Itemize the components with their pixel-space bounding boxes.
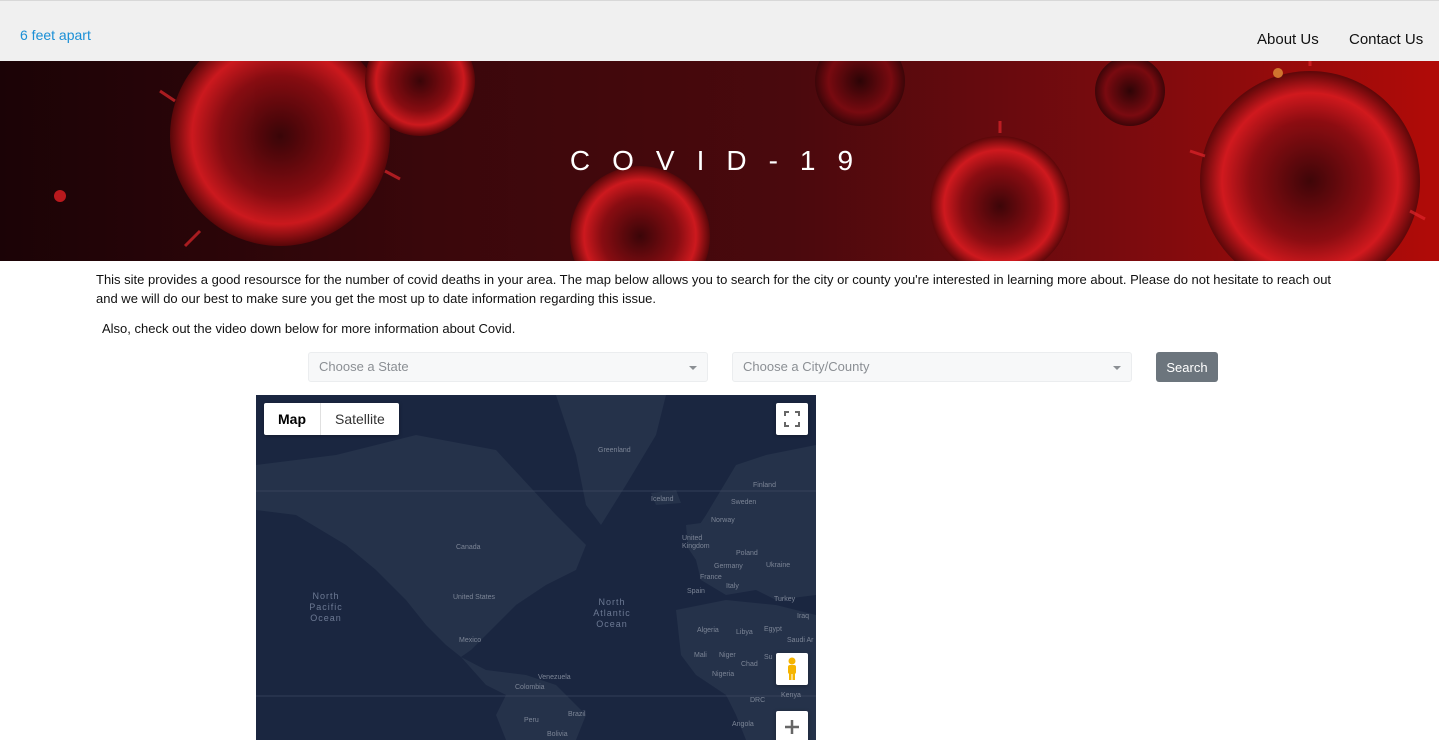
map-label: Bolivia — [547, 731, 568, 738]
map-label: Sweden — [731, 499, 757, 506]
map-type-satellite-button[interactable]: Satellite — [321, 403, 399, 435]
hero-title: COVID-19 — [569, 145, 876, 176]
navbar: 6 feet apart About Us Contact Us — [0, 0, 1439, 61]
street-view-pegman-button[interactable] — [776, 653, 808, 685]
map-label: Algeria — [697, 627, 719, 634]
nav-contact-us[interactable]: Contact Us — [1349, 31, 1423, 48]
video-note: Also, check out the video down below for… — [102, 321, 516, 336]
map-label: Kenya — [781, 692, 801, 699]
map-label: Mali — [694, 652, 707, 659]
city-county-select[interactable]: Choose a City/County — [732, 352, 1132, 382]
map-label: Turkey — [774, 596, 796, 603]
fullscreen-button[interactable] — [776, 403, 808, 435]
map-label: Venezuela — [538, 674, 571, 681]
map-label: Niger — [719, 652, 736, 659]
search-button[interactable]: Search — [1156, 352, 1218, 382]
ocean-label: North Pacific Ocean — [309, 591, 343, 623]
map-label: Peru — [524, 717, 539, 724]
ocean-label: North Atlantic Ocean — [593, 597, 631, 629]
map-label: Brazil — [568, 711, 586, 718]
plus-icon — [785, 720, 799, 734]
map-label: Libya — [736, 629, 753, 636]
nav-about-us[interactable]: About Us — [1257, 31, 1319, 48]
city-select-placeholder: Choose a City/County — [743, 359, 870, 374]
map-label: Iceland — [651, 496, 674, 503]
map-label: Colombia — [515, 684, 545, 691]
map-label: United States — [453, 594, 496, 601]
map-label: Saudi Ar — [787, 637, 814, 644]
map-label: Angola — [732, 721, 754, 728]
map-label: France — [700, 574, 722, 581]
map-label: Ukraine — [766, 562, 791, 569]
map-label: Spain — [687, 588, 705, 595]
map-label: Iraq — [797, 613, 810, 620]
map-label: Su — [764, 654, 773, 661]
map-label: Italy — [726, 583, 739, 590]
fullscreen-icon — [784, 411, 800, 427]
map-label: Germany — [714, 563, 743, 570]
intro-paragraph: This site provides a good resoursce for … — [96, 272, 1332, 306]
hero-banner: COVID-19 — [0, 61, 1439, 261]
map-label: Nigeria — [712, 671, 735, 678]
map-type-control: Map Satellite — [264, 403, 399, 435]
map-type-map-button[interactable]: Map — [264, 403, 321, 435]
state-select[interactable]: Choose a State — [308, 352, 708, 382]
zoom-in-button[interactable] — [776, 711, 808, 740]
google-map[interactable]: Greenland Finland Iceland Sweden Norway … — [256, 395, 816, 740]
map-label: Greenland — [598, 447, 631, 454]
map-label: Norway — [711, 517, 735, 524]
map-label: Mexico — [459, 637, 482, 644]
chevron-down-icon — [1113, 366, 1121, 370]
map-label: Poland — [736, 550, 758, 557]
map-label: DRC — [750, 697, 766, 704]
map-label: Chad — [741, 661, 758, 668]
map-label: Finland — [753, 482, 776, 489]
map-label: Egypt — [764, 626, 782, 633]
state-select-placeholder: Choose a State — [319, 359, 409, 374]
map-label: Canada — [456, 544, 481, 551]
chevron-down-icon — [689, 366, 697, 370]
pegman-icon — [788, 657, 796, 680]
brand-link[interactable]: 6 feet apart — [20, 27, 91, 43]
map-label: United Kingdom — [682, 535, 710, 550]
